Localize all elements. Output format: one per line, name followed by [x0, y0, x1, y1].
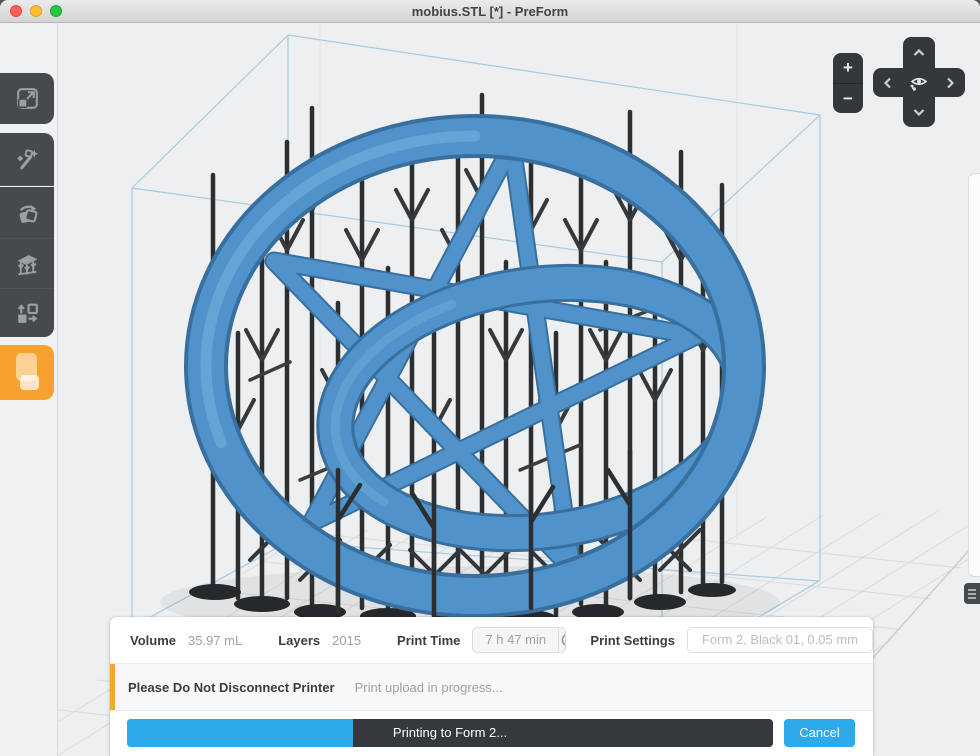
- volume-value: 35.97 mL: [188, 633, 242, 648]
- preform-window: mobius.STL [*] - PreForm: [0, 0, 980, 756]
- titlebar: mobius.STL [*] - PreForm: [0, 0, 980, 23]
- chevron-left-icon: [884, 77, 892, 89]
- orbit-eye-icon: [908, 73, 930, 93]
- orbit-down-button[interactable]: [903, 97, 935, 127]
- layer-slider-handle[interactable]: [964, 583, 980, 604]
- zoom-out-button[interactable]: −: [833, 83, 863, 113]
- chevron-right-icon: [946, 77, 954, 89]
- print-status-panel: Volume 35.97 mL Layers 2015 Print Time 7…: [110, 617, 873, 756]
- tool-layout-button[interactable]: [0, 289, 54, 337]
- progress-status-label: Printing to Form 2...: [127, 719, 773, 747]
- zoom-in-button[interactable]: +: [833, 53, 863, 83]
- orbit-reset-button[interactable]: [903, 68, 935, 97]
- print-time-label: Print Time: [397, 633, 460, 648]
- layer-slider-track[interactable]: [968, 173, 980, 577]
- tool-orientation-button[interactable]: [0, 187, 54, 239]
- print-settings-label: Print Settings: [590, 633, 675, 648]
- chevron-down-icon: [913, 108, 925, 116]
- cancel-button[interactable]: Cancel: [784, 719, 855, 747]
- progress-row: Printing to Form 2... Cancel: [110, 711, 873, 756]
- print-info-bar: Volume 35.97 mL Layers 2015 Print Time 7…: [110, 617, 873, 663]
- warning-title: Please Do Not Disconnect Printer: [128, 680, 335, 695]
- magic-wand-icon: [14, 146, 41, 173]
- tool-size-button[interactable]: [0, 73, 54, 124]
- warning-accent-stripe: [110, 664, 115, 710]
- layers-value: 2015: [332, 633, 361, 648]
- refresh-icon: [559, 631, 566, 649]
- print-cartridge-icon: [0, 346, 54, 400]
- print-time-value: 7 h 47 min: [473, 628, 558, 652]
- layers-label: Layers: [278, 633, 320, 648]
- print-time-box: 7 h 47 min: [472, 627, 566, 653]
- supports-icon: [14, 251, 41, 278]
- chevron-up-icon: [913, 49, 925, 57]
- printer-warning-banner: Please Do Not Disconnect Printer Print u…: [110, 663, 873, 711]
- tool-sidebar: [0, 24, 58, 756]
- orbit-right-button[interactable]: [935, 68, 965, 97]
- scale-icon: [14, 85, 41, 112]
- upload-progress-bar: Printing to Form 2...: [127, 719, 773, 747]
- orbit-up-button[interactable]: [903, 37, 935, 68]
- window-title: mobius.STL [*] - PreForm: [0, 0, 980, 23]
- rotate-icon: [14, 200, 41, 227]
- warning-message: Print upload in progress...: [355, 680, 503, 695]
- print-settings-value-box[interactable]: Form 2, Black 01, 0.05 mm: [687, 627, 873, 653]
- tool-one-click-print-button[interactable]: [0, 133, 54, 186]
- layout-icon: [14, 300, 41, 327]
- refresh-print-time-button[interactable]: [558, 628, 566, 652]
- orbit-left-button[interactable]: [873, 68, 903, 97]
- tool-print-button-active[interactable]: [0, 345, 54, 400]
- volume-label: Volume: [130, 633, 176, 648]
- zoom-control: + −: [833, 53, 863, 113]
- tool-supports-button[interactable]: [0, 239, 54, 289]
